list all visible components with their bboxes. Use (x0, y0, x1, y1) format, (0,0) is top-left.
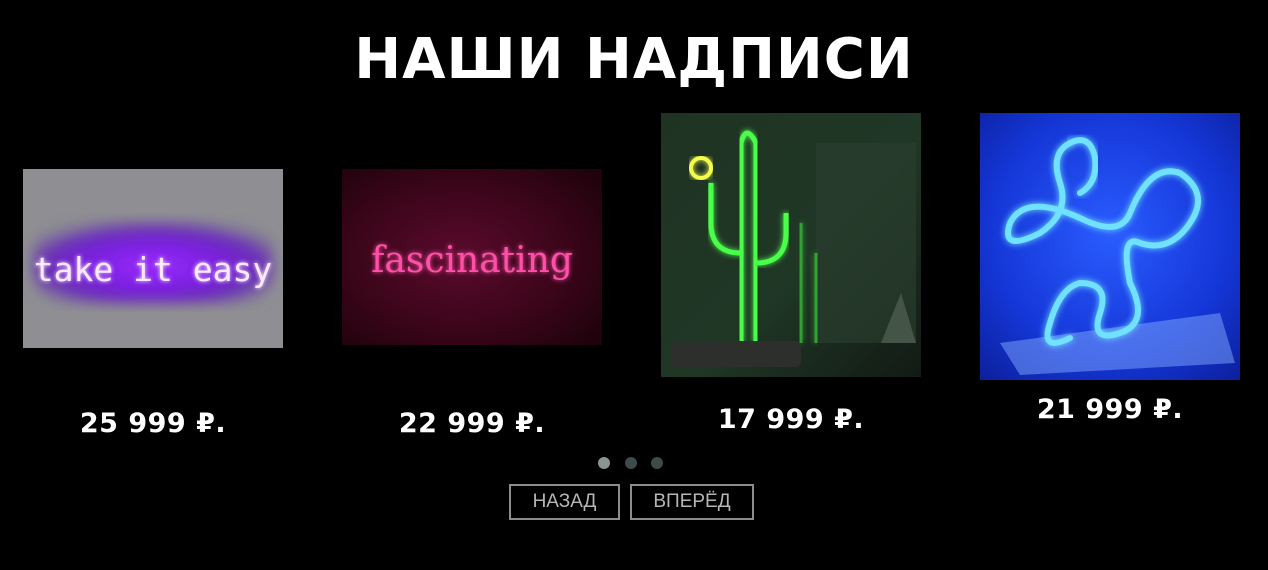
product-image-cactus[interactable] (661, 113, 921, 377)
product-price: 17 999 ₽. (717, 404, 865, 435)
product-sign-text: take it easy (34, 250, 272, 289)
slider-dot-3[interactable] (651, 457, 663, 469)
neon-signs-section: НАШИ НАДПИСИ take it easy 25 999 ₽. fasc… (0, 0, 1268, 570)
section-title: НАШИ НАДПИСИ (354, 27, 914, 92)
slider-dot-1[interactable] (598, 457, 610, 469)
product-image-blue-figure[interactable] (980, 113, 1240, 380)
product-image-take-it-easy[interactable]: take it easy (23, 169, 283, 348)
product-sign-text: fascinating (371, 240, 573, 281)
next-button[interactable]: ВПЕРЁД (630, 484, 754, 520)
product-price: 21 999 ₽. (1036, 394, 1184, 425)
slider-dot-2[interactable] (625, 457, 637, 469)
prev-button[interactable]: НАЗАД (509, 484, 620, 520)
product-price: 22 999 ₽. (398, 408, 546, 439)
product-image-fascinating[interactable]: fascinating (342, 169, 602, 345)
product-price: 25 999 ₽. (79, 408, 227, 439)
